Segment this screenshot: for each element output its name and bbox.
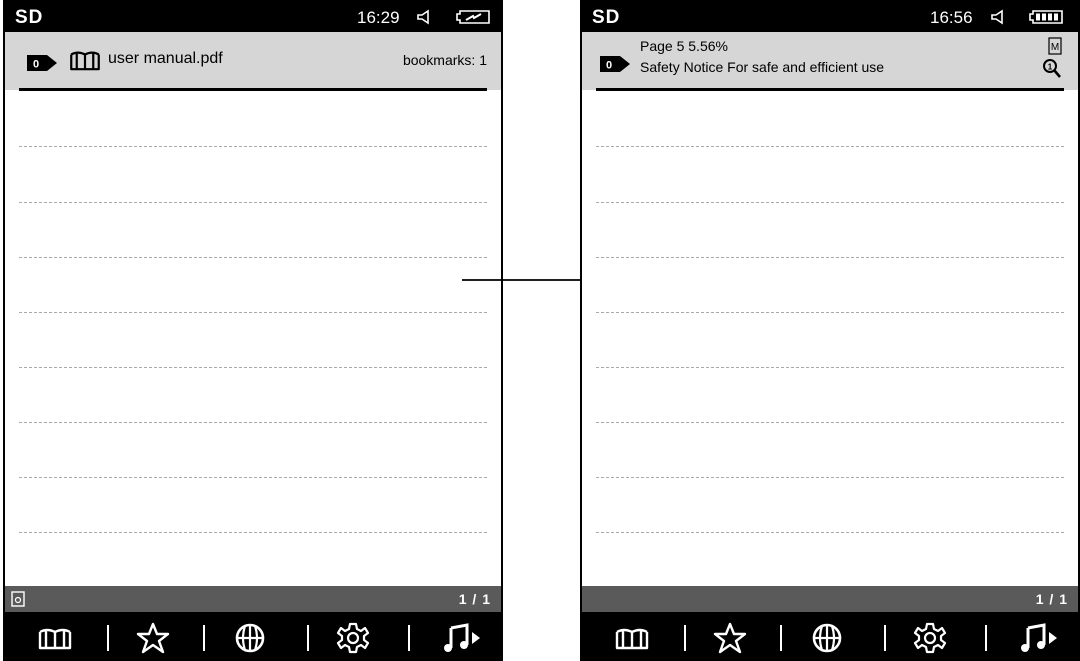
header-divider xyxy=(596,88,1064,91)
tag-badge xyxy=(598,54,632,74)
text-line-placeholder xyxy=(596,257,1064,258)
bottom-toolbar xyxy=(582,612,1078,661)
svg-text:M: M xyxy=(1051,42,1059,53)
text-line-placeholder xyxy=(19,532,487,533)
file-name: user manual.pdf xyxy=(108,50,223,67)
reader-screen-before: SD 16:29 user manual.pdf bookmarks: 1 1 … xyxy=(3,0,503,661)
tag-badge xyxy=(25,53,59,73)
storage-label: SD xyxy=(592,7,621,28)
settings-icon[interactable] xyxy=(912,621,948,655)
page-progress: Page 5 5.56% xyxy=(640,38,728,54)
battery-charging-icon xyxy=(456,10,490,24)
header-divider xyxy=(19,88,487,91)
text-line-placeholder xyxy=(19,477,487,478)
bookmark-count[interactable]: bookmarks: 1 xyxy=(403,52,487,68)
menu-icon[interactable]: M xyxy=(1048,37,1062,55)
clock: 16:56 xyxy=(930,8,973,27)
document-header: Page 5 5.56% Safety Notice For safe and … xyxy=(582,32,1078,90)
favorites-icon[interactable] xyxy=(135,621,171,655)
browser-icon[interactable] xyxy=(809,621,845,655)
text-line-placeholder xyxy=(19,312,487,313)
bottom-toolbar xyxy=(5,612,501,661)
music-icon[interactable] xyxy=(442,621,482,655)
battery-full-icon xyxy=(1029,10,1063,24)
music-icon[interactable] xyxy=(1019,621,1059,655)
settings-icon[interactable] xyxy=(335,621,371,655)
toolbar-separator xyxy=(107,625,109,651)
volume-icon xyxy=(990,9,1006,25)
text-line-placeholder xyxy=(19,257,487,258)
svg-text:1: 1 xyxy=(1048,63,1053,72)
text-line-placeholder xyxy=(596,367,1064,368)
text-line-placeholder xyxy=(19,146,487,147)
library-icon[interactable] xyxy=(37,621,73,655)
toolbar-separator xyxy=(203,625,205,651)
toolbar-separator xyxy=(307,625,309,651)
browser-icon[interactable] xyxy=(232,621,268,655)
toolbar-separator xyxy=(408,625,410,651)
page-footer: 1 / 1 xyxy=(5,586,501,612)
reader-screen-after: SD 16:56 Page 5 5.56% Safety Notice For … xyxy=(580,0,1080,661)
document-header: user manual.pdf bookmarks: 1 xyxy=(5,32,501,90)
text-line-placeholder xyxy=(596,146,1064,147)
text-line-placeholder xyxy=(19,202,487,203)
text-line-placeholder xyxy=(596,532,1064,533)
zoom-icon[interactable]: 1 xyxy=(1042,58,1062,80)
text-line-placeholder xyxy=(596,312,1064,313)
toolbar-separator xyxy=(884,625,886,651)
storage-label: SD xyxy=(15,7,44,28)
chapter-title: Safety Notice For safe and efficient use xyxy=(640,59,885,75)
text-line-placeholder xyxy=(19,422,487,423)
library-icon[interactable] xyxy=(614,621,650,655)
status-bar: SD 16:29 xyxy=(5,2,501,32)
page-indicator: 1 / 1 xyxy=(1035,591,1068,607)
volume-icon xyxy=(416,9,432,25)
status-bar: SD 16:56 xyxy=(582,2,1078,32)
clock: 16:29 xyxy=(357,8,400,27)
favorites-icon[interactable] xyxy=(712,621,748,655)
toolbar-separator xyxy=(780,625,782,651)
page-footer: 1 / 1 xyxy=(582,586,1078,612)
file-icon xyxy=(11,591,25,607)
page-indicator: 1 / 1 xyxy=(458,591,491,607)
toolbar-separator xyxy=(985,625,987,651)
text-line-placeholder xyxy=(19,367,487,368)
text-line-placeholder xyxy=(596,477,1064,478)
book-icon xyxy=(67,49,103,71)
text-line-placeholder xyxy=(596,422,1064,423)
text-line-placeholder xyxy=(596,202,1064,203)
toolbar-separator xyxy=(684,625,686,651)
